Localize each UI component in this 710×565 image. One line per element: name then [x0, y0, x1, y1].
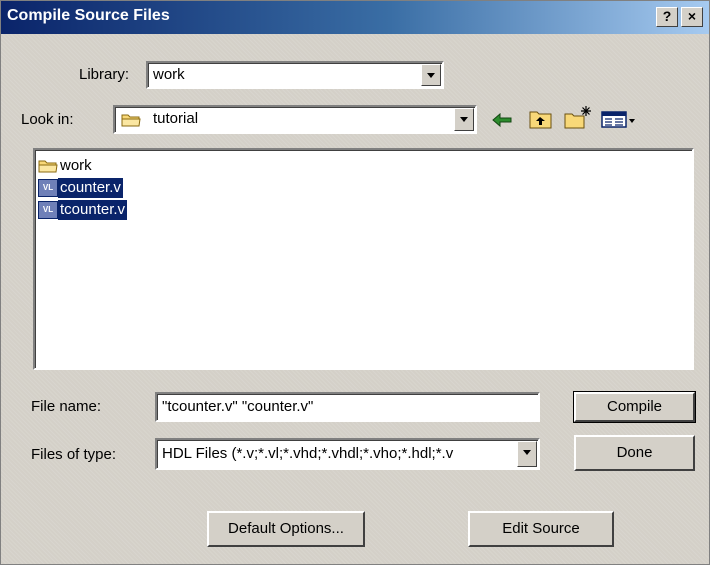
new-folder-icon[interactable] [564, 105, 592, 130]
folder-icon [121, 114, 141, 127]
done-button[interactable]: Done [574, 435, 695, 471]
library-value: work [153, 66, 185, 83]
list-item-work[interactable]: work [38, 156, 94, 176]
files-of-type-combo[interactable]: HDL Files (*.v;*.vl;*.vhd;*.vhdl;*.vho;*… [155, 438, 540, 470]
list-item-name: tcounter.v [58, 200, 128, 220]
library-combo[interactable]: work [146, 61, 444, 89]
list-item-counter-v[interactable]: VL counter.v [38, 178, 123, 198]
up-one-level-icon[interactable] [529, 108, 553, 130]
view-menu-icon[interactable] [601, 111, 637, 129]
edit-source-button[interactable]: Edit Source [468, 511, 614, 547]
file-list[interactable]: work VL counter.v VL tcounter.v [33, 148, 694, 370]
verilog-file-icon: VL [38, 179, 58, 197]
look-in-dropdown-button[interactable] [454, 108, 474, 131]
look-in-combo[interactable]: tutorial [113, 105, 477, 134]
file-name-label: File name: [31, 398, 102, 415]
compile-source-files-dialog: Compile Source Files ? × Library: work L… [0, 0, 710, 565]
look-in-label: Look in: [21, 111, 74, 128]
help-button[interactable]: ? [656, 7, 678, 27]
verilog-file-icon: VL [38, 201, 58, 219]
files-of-type-label: Files of type: [31, 446, 117, 463]
file-name-input[interactable]: "tcounter.v" "counter.v" [155, 392, 540, 422]
list-item-name: work [60, 157, 92, 174]
title-bar[interactable]: Compile Source Files ? × [1, 1, 709, 34]
files-of-type-value: HDL Files (*.v;*.vl;*.vhd;*.vhdl;*.vho;*… [162, 445, 454, 462]
back-arrow-icon[interactable] [491, 112, 513, 128]
file-name-value: "tcounter.v" "counter.v" [162, 398, 314, 415]
list-item-name: counter.v [58, 178, 123, 198]
window-title: Compile Source Files [7, 7, 170, 24]
compile-button[interactable]: Compile [573, 391, 696, 423]
default-options-button[interactable]: Default Options... [207, 511, 365, 547]
library-label: Library: [79, 66, 130, 83]
files-of-type-dropdown-button[interactable] [517, 441, 537, 467]
close-button[interactable]: × [681, 7, 703, 27]
library-dropdown-button[interactable] [421, 64, 441, 86]
list-item-tcounter-v[interactable]: VL tcounter.v [38, 200, 128, 220]
folder-icon [38, 160, 58, 173]
look-in-value: tutorial [153, 110, 199, 127]
